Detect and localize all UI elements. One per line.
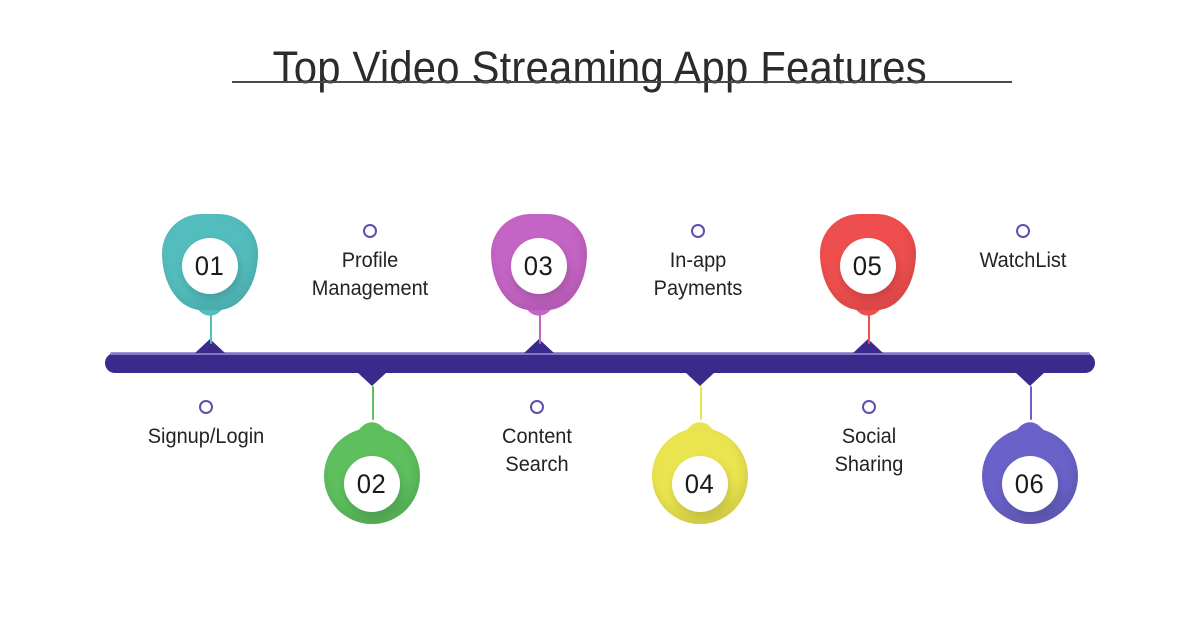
page-title-text: Top Video Streaming App Features [272, 42, 928, 93]
circle-marker-icon [199, 400, 213, 414]
pin-number-badge-01: 01 [182, 238, 238, 294]
pin-number-badge-02: 02 [344, 456, 400, 512]
pin-number-badge-05: 05 [840, 238, 896, 294]
circle-marker-icon [530, 400, 544, 414]
pin-number-badge-04: 04 [672, 456, 728, 512]
feature-label-text: In-app Payments [653, 249, 743, 300]
circle-marker-icon [363, 224, 377, 238]
feature-label-profile-management[interactable]: Profile Management [265, 224, 475, 303]
pin-number-text-04: 04 [685, 468, 715, 499]
pin-marker-04[interactable]: 04 [652, 416, 748, 544]
feature-label-text: WatchList [979, 249, 1067, 272]
feature-label-text: Profile Management [311, 249, 429, 300]
timeline-notch-06 [1015, 372, 1045, 386]
pin-marker-01[interactable]: 01 [162, 214, 258, 330]
pin-number-text-03: 03 [524, 250, 554, 281]
title-divider [232, 81, 1012, 83]
pin-marker-03[interactable]: 03 [491, 214, 587, 330]
feature-label-watchlist[interactable]: WatchList [918, 224, 1128, 275]
pin-number-text-06: 06 [1015, 468, 1045, 499]
feature-label-social-sharing[interactable]: Social Sharing [764, 400, 974, 479]
circle-marker-icon [1016, 224, 1030, 238]
pin-number-text-02: 02 [357, 468, 387, 499]
circle-marker-icon [691, 224, 705, 238]
feature-label-content-search[interactable]: Content Search [432, 400, 642, 479]
infographic-canvas: Top Video Streaming App Features 01 02 03 0… [0, 0, 1200, 627]
pin-stem-04 [700, 386, 702, 420]
pin-marker-05[interactable]: 05 [820, 214, 916, 330]
pin-marker-02[interactable]: 02 [324, 416, 420, 544]
timeline-notch-02 [357, 372, 387, 386]
feature-label-in-app-payments[interactable]: In-app Payments [593, 224, 803, 303]
feature-label-signup-login[interactable]: Signup/Login [101, 400, 311, 451]
timeline-bar-highlight [110, 352, 1090, 355]
pin-stem-02 [372, 386, 374, 420]
feature-label-text: Social Sharing [834, 425, 904, 476]
timeline-notch-04 [685, 372, 715, 386]
pin-number-badge-06: 06 [1002, 456, 1058, 512]
circle-marker-icon [862, 400, 876, 414]
pin-marker-06[interactable]: 06 [982, 416, 1078, 544]
pin-number-badge-03: 03 [511, 238, 567, 294]
feature-label-text: Signup/Login [147, 425, 265, 448]
feature-label-text: Content Search [502, 425, 572, 476]
pin-stem-06 [1030, 386, 1032, 420]
page-title: Top Video Streaming App Features [0, 42, 1200, 93]
pin-number-text-05: 05 [853, 250, 883, 281]
pin-number-text-01: 01 [195, 250, 225, 281]
timeline-bar [105, 353, 1095, 373]
